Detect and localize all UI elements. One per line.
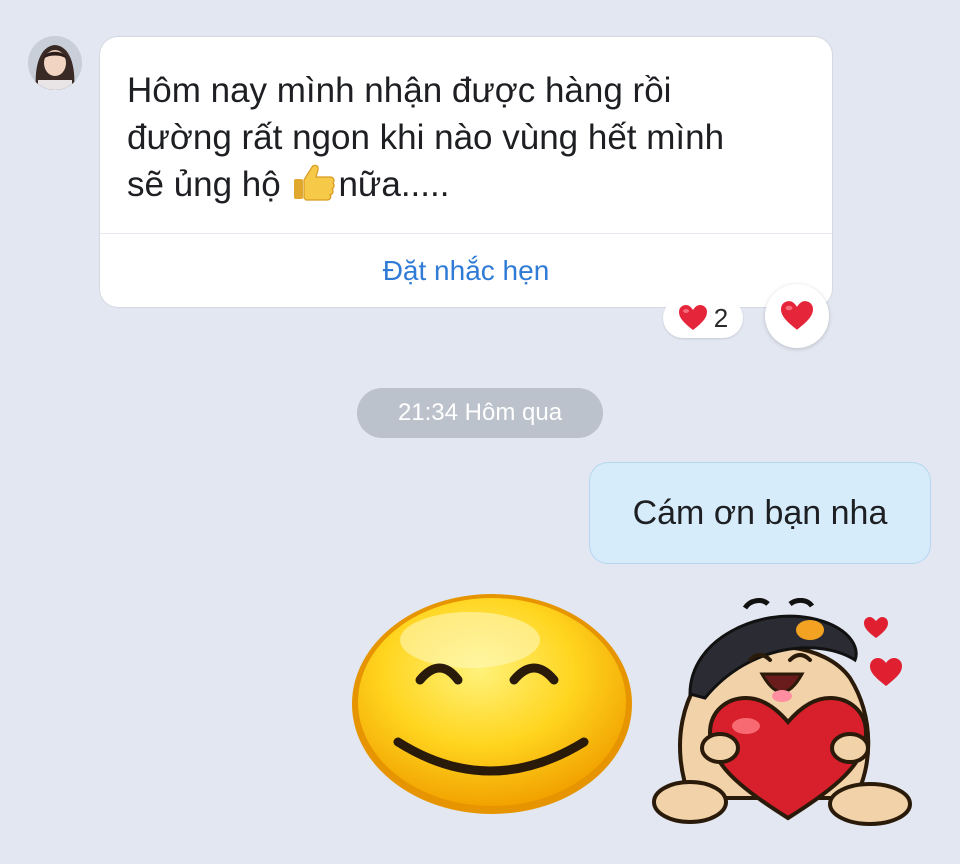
timestamp-divider: 21:34 Hôm qua [357,388,603,438]
incoming-message-text: Hôm nay mình nhận được hàng rồi đường rấ… [127,71,725,204]
reaction-count: 2 [713,302,729,333]
smiley-face-sticker-icon[interactable] [350,592,634,816]
set-reminder-button[interactable]: Đặt nhắc hẹn [100,235,832,307]
heart-icon [678,305,707,330]
thumbs-up-icon [294,164,336,201]
reaction-summary[interactable]: 2 [663,298,743,338]
sender-avatar[interactable] [28,36,82,90]
character-hugging-heart-sticker-icon[interactable] [650,598,930,834]
bubble-divider [100,233,832,234]
user-avatar-icon [28,36,82,90]
incoming-message-bubble[interactable]: Hôm nay mình nhận được hàng rồi đường rấ… [100,37,832,307]
outgoing-message-text: Cám ơn bạn nha [632,493,888,532]
heart-icon [781,301,813,330]
add-reaction-button[interactable] [765,284,829,348]
outgoing-message-bubble[interactable]: Cám ơn bạn nha [590,463,930,563]
